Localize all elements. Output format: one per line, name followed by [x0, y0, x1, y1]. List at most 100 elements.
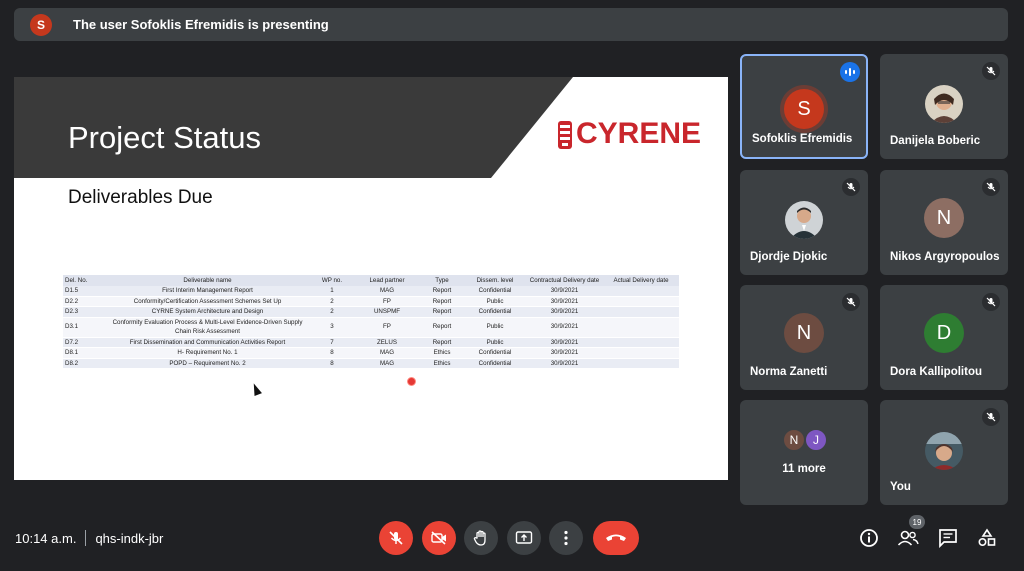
- presenting-text: The user Sofoklis Efremidis is presentin…: [73, 17, 329, 32]
- table-cell: FP: [354, 296, 420, 307]
- hang-up-icon: [606, 534, 626, 541]
- camera-toggle-button[interactable]: [422, 521, 456, 555]
- table-cell: ZELUS: [354, 337, 420, 348]
- chat-icon: [939, 529, 957, 548]
- table-cell: [603, 317, 679, 338]
- avatar-photo: [925, 85, 963, 123]
- cyrene-logo: CYRENE: [556, 113, 701, 155]
- table-cell: 2: [310, 296, 354, 307]
- table-cell: Public: [464, 296, 526, 307]
- leave-call-button[interactable]: [593, 521, 639, 555]
- participant-name: Danijela Boberic: [890, 135, 981, 147]
- table-cell: First Interim Management Report: [105, 286, 310, 297]
- table-row: D3.1 Conformity Evaluation Process & Mult…: [63, 317, 679, 338]
- table-cell: [603, 306, 679, 318]
- participant-tile-norma[interactable]: N Norma Zanetti: [740, 285, 868, 390]
- table-cell: [603, 347, 679, 359]
- table-cell: D2.2: [63, 296, 105, 307]
- table-cell: Ethics: [420, 347, 464, 359]
- table-cell: UNSPMF: [354, 306, 420, 318]
- activities-button[interactable]: [975, 526, 999, 550]
- info-icon: [860, 529, 878, 547]
- table-cell: 30/9/2021: [526, 296, 603, 307]
- table-cell: Report: [420, 317, 464, 338]
- table-cell: 3: [310, 317, 354, 338]
- table-cell: First Dissemination and Communication Ac…: [105, 337, 310, 348]
- meeting-info: 10:14 a.m. qhs-indk-jbr: [15, 530, 163, 546]
- meeting-details-button[interactable]: [857, 526, 881, 550]
- slide-subtitle: Deliverables Due: [68, 187, 213, 208]
- avatar-photo: [785, 201, 823, 239]
- table-cell: 8: [310, 358, 354, 369]
- table-row: D7.2 First Dissemination and Communicatio…: [63, 337, 679, 348]
- mic-off-icon: [842, 293, 860, 311]
- table-cell: Report: [420, 296, 464, 307]
- logo-text: CYRENE: [576, 117, 702, 150]
- column-header: Contractual Delivery date: [526, 275, 603, 286]
- table-cell: 30/9/2021: [526, 358, 603, 369]
- avatar-photo: [925, 432, 963, 470]
- participant-name: Norma Zanetti: [750, 366, 828, 378]
- table-cell: [603, 358, 679, 369]
- avatar: N: [784, 313, 824, 353]
- present-screen-button[interactable]: [507, 521, 541, 555]
- table-cell: Public: [464, 337, 526, 348]
- table-cell: Confidential: [464, 286, 526, 297]
- table-cell: Report: [420, 306, 464, 318]
- table-cell: CYRNE System Architecture and Design: [105, 306, 310, 318]
- table-cell: 8: [310, 347, 354, 359]
- avatar: N: [924, 198, 964, 238]
- presenting-banner: S The user Sofoklis Efremidis is present…: [14, 8, 1008, 41]
- divider: [85, 530, 87, 546]
- participant-tile-dora[interactable]: D Dora Kallipolitou: [880, 285, 1008, 390]
- table-cell: MAG: [354, 358, 420, 369]
- participant-name: You: [890, 481, 911, 493]
- participant-tile-sofoklis[interactable]: S Sofoklis Efremidis: [740, 54, 868, 159]
- table-cell: [603, 337, 679, 348]
- table-cell: MAG: [354, 286, 420, 297]
- table-row: D2.2 Conformity/Certification Assessment …: [63, 296, 679, 307]
- people-button[interactable]: [896, 526, 920, 550]
- table-row: D8.2 POPD – Requirement No. 2 8 MAG Ethics Co…: [63, 358, 679, 369]
- table-cell: 2: [310, 306, 354, 318]
- raise-hand-button[interactable]: [464, 521, 498, 555]
- column-header: Del. No.: [63, 275, 105, 286]
- table-cell: 1: [310, 286, 354, 297]
- table-cell: Confidential: [464, 358, 526, 369]
- participant-tile-you[interactable]: You: [880, 400, 1008, 505]
- more-options-button[interactable]: [549, 521, 583, 555]
- table-cell: Report: [420, 337, 464, 348]
- table-row: D1.5 First Interim Management Report 1 MAG R…: [63, 286, 679, 297]
- table-cell: [603, 296, 679, 307]
- participant-tile-nikos[interactable]: N Nikos Argyropoulos: [880, 170, 1008, 275]
- table-cell: MAG: [354, 347, 420, 359]
- cyrene-logo-icon: [558, 121, 572, 149]
- mic-off-icon: [982, 62, 1000, 80]
- avatar: D: [924, 313, 964, 353]
- table-cell: 30/9/2021: [526, 306, 603, 318]
- table-cell: Public: [464, 317, 526, 338]
- table-cell: D2.3: [63, 306, 105, 318]
- mic-off-icon: [389, 531, 403, 545]
- laser-pointer-icon: [407, 377, 416, 386]
- table-cell: Report: [420, 286, 464, 297]
- table-cell: Confidential: [464, 306, 526, 318]
- participant-name: Sofoklis Efremidis: [752, 133, 853, 145]
- column-header: Type: [420, 275, 464, 286]
- column-header: Actual Delivery date: [603, 275, 679, 286]
- table-cell: D8.1: [63, 347, 105, 359]
- table-cell: [603, 286, 679, 297]
- table-cell: 30/9/2021: [526, 317, 603, 338]
- table-cell: 30/9/2021: [526, 347, 603, 359]
- avatar: S: [784, 89, 824, 129]
- table-cell: H- Requirement No. 1: [105, 347, 310, 359]
- more-vertical-icon: [564, 530, 568, 546]
- chat-button[interactable]: [936, 526, 960, 550]
- mic-toggle-button[interactable]: [379, 521, 413, 555]
- activities-icon: [978, 528, 996, 547]
- camera-off-icon: [431, 531, 446, 545]
- participant-tile-danijela[interactable]: Danijela Boberic: [880, 54, 1008, 159]
- present-icon: [515, 531, 533, 544]
- participant-tile-djordje[interactable]: Djordje Djokic: [740, 170, 868, 275]
- participant-tile-more[interactable]: N J 11 more: [740, 400, 868, 505]
